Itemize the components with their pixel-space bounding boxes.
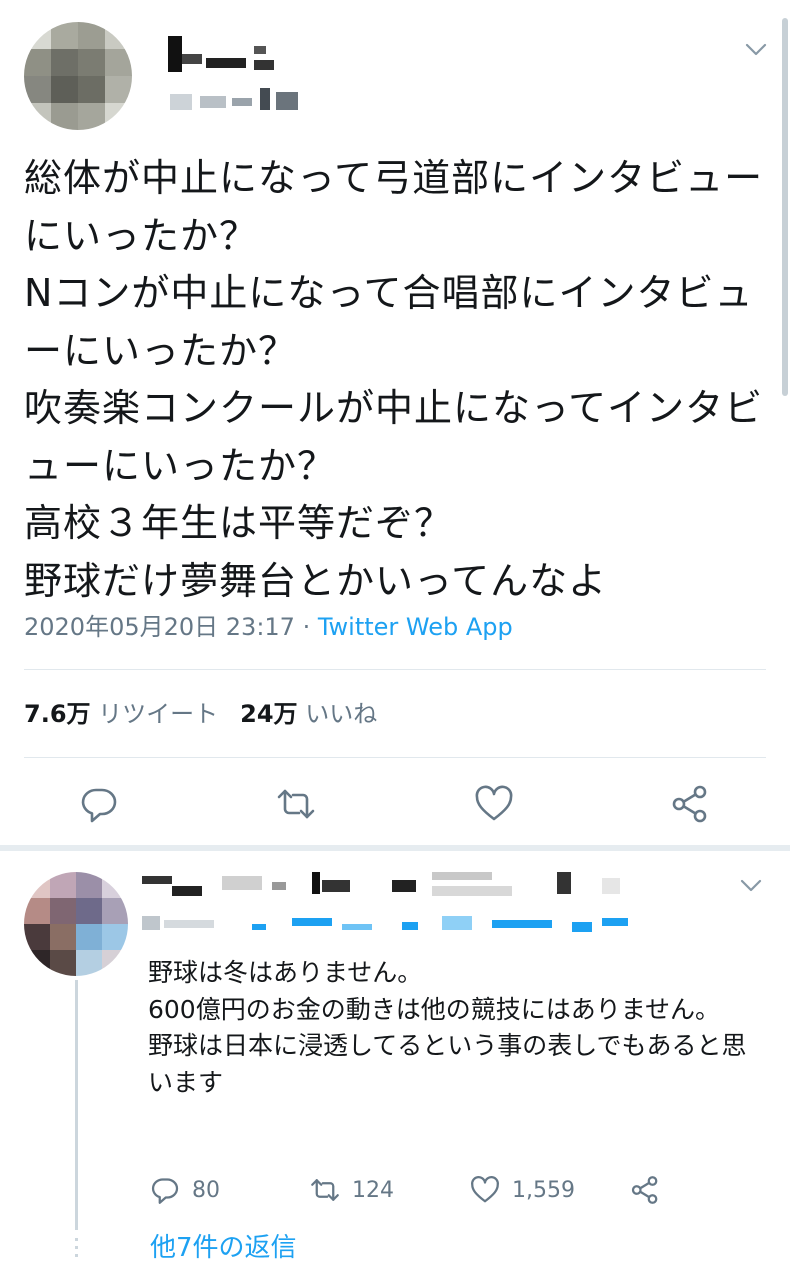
retweet-icon — [310, 1175, 340, 1205]
reply-icon — [150, 1175, 180, 1205]
reply-author-avatar[interactable] — [24, 872, 128, 976]
reply-retweet-action[interactable]: 124 — [310, 1172, 394, 1208]
scrollbar[interactable] — [782, 18, 788, 396]
divider — [24, 669, 766, 670]
section-separator — [0, 845, 790, 851]
tweet-text: 総体が中止になって弓道部にインタビューにいったか？ Nコンが中止になって合唱部に… — [24, 156, 764, 603]
tweet-source-link[interactable]: Twitter Web App — [318, 613, 513, 641]
share-icon[interactable] — [670, 784, 710, 824]
reply-retweet-count: 124 — [352, 1177, 394, 1203]
reply-share-action[interactable] — [630, 1172, 672, 1208]
meta-separator: · — [294, 613, 318, 641]
share-icon — [630, 1175, 660, 1205]
tweet-timestamp[interactable]: 2020年05月20日 23:17 — [24, 613, 295, 641]
divider — [24, 757, 766, 758]
likes-stat[interactable]: 24万 いいね — [240, 700, 377, 728]
reply-like-count: 1,559 — [512, 1177, 575, 1203]
tweet-meta: 2020年05月20日 23:17 · Twitter Web App — [24, 610, 513, 644]
author-name-pixelated[interactable] — [160, 36, 300, 76]
retweet-count: 7.6万 — [24, 700, 91, 728]
like-label: いいね — [305, 700, 378, 728]
retweet-label: リツイート — [98, 700, 219, 728]
reply-menu-chevron-down-icon[interactable] — [740, 879, 762, 893]
reply-author-name-pixelated[interactable] — [142, 872, 622, 902]
reply-text: 野球は冬はありません。 600億円のお金の動きは他の競技にはありません。 野球は… — [148, 958, 747, 1097]
thread-line — [75, 980, 78, 1230]
reply-icon[interactable] — [79, 784, 119, 824]
tweet-stats: 7.6万 リツイート 24万 いいね — [24, 697, 377, 731]
tweet-menu-chevron-down-icon[interactable] — [745, 43, 767, 57]
like-count: 24万 — [240, 700, 298, 728]
author-handle-pixelated — [160, 88, 310, 118]
like-icon — [470, 1175, 500, 1205]
retweets-stat[interactable]: 7.6万 リツイート — [24, 700, 218, 728]
show-more-replies-link[interactable]: 他7件の返信 — [150, 1230, 297, 1266]
reply-reply-action[interactable]: 80 — [150, 1172, 220, 1208]
reply-like-action[interactable]: 1,559 — [470, 1172, 575, 1208]
reply-author-handle-pixelated — [142, 910, 632, 940]
author-avatar[interactable] — [24, 22, 132, 130]
like-icon[interactable] — [474, 784, 514, 824]
reply-reply-count: 80 — [192, 1177, 220, 1203]
retweet-icon[interactable] — [276, 784, 316, 824]
